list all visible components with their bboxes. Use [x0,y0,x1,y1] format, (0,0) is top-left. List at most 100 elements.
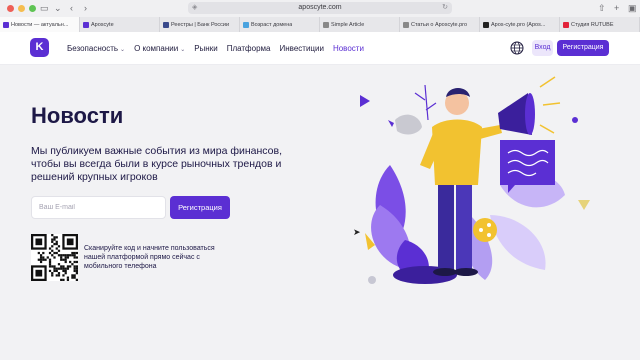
qr-module [73,256,76,259]
qr-module [55,242,58,246]
qr-module [71,276,74,279]
nav-item[interactable]: О компании ⌄ [134,44,185,53]
qr-module [53,265,56,268]
bird-icon [395,114,422,135]
browser-tab[interactable]: Возраст домена [240,17,320,32]
login-button[interactable]: Вход [532,40,553,56]
qr-module [60,258,63,261]
share-node [487,223,491,227]
qr-module [69,254,72,257]
nav-item[interactable]: Инвестиции [280,44,324,53]
chevron-down-icon[interactable]: ⌄ [54,2,62,14]
browser-tab[interactable]: Студия RUTUBE [560,17,640,32]
tab-title: Статьи о Aposcyte.pro [411,21,468,28]
qr-module [55,247,58,250]
logo[interactable]: K [30,38,49,57]
register-button[interactable]: Регистрация [557,40,609,56]
qr-module [66,254,70,257]
forward-arrow-icon[interactable]: › [84,2,87,14]
qr-caption: Сканируйте код и начните пользоваться на… [84,245,215,270]
chevron-down-icon: ⌄ [180,47,186,53]
minimize-window-button[interactable] [18,5,25,12]
hero-register-button[interactable]: Регистрация [170,196,230,219]
tab-favicon-icon [563,21,569,28]
qr-module [39,254,43,257]
nav-item[interactable]: Платформа [227,44,271,53]
browser-tab[interactable]: Simple Article [320,17,400,32]
qr-module [71,263,74,266]
qr-module [71,254,74,257]
qr-module [51,240,54,243]
page-title: Новости [31,103,124,128]
qr-module [53,238,56,241]
browser-tab[interactable]: Aposcyte [80,17,160,32]
qr-module [66,276,70,279]
qr-module [71,274,74,277]
qr-module [73,254,76,257]
nav-item[interactable]: Рынки [194,44,217,53]
reload-icon[interactable]: ↻ [442,2,448,14]
qr-module [62,254,65,257]
share-icon [473,218,497,242]
qr-module [39,260,43,264]
qr-module [75,267,78,270]
qr-module [69,265,72,268]
qr-module [69,260,72,264]
qr-module [57,263,61,266]
share-icon[interactable]: ⇧ [598,2,606,14]
qr-module [55,236,58,239]
maximize-window-button[interactable] [29,5,36,12]
browser-tab[interactable]: Новости — актуальн... [0,17,80,32]
qr-module [75,269,78,273]
qr-module [66,265,70,268]
qr-module [53,236,56,239]
person-shirt [432,119,482,185]
qr-module [51,254,54,257]
nav-item-label: О компании [134,44,179,53]
qr-module [73,267,76,270]
browser-tab[interactable]: Статьи о Aposcyte.pro [400,17,480,32]
qr-module [57,245,61,248]
address-bar[interactable]: ◈ aposcyte.com ↻ [188,2,452,14]
email-field[interactable] [31,196,166,219]
close-window-button[interactable] [7,5,14,12]
nav-item-label: Рынки [194,44,218,53]
address-url: aposcyte.com [298,4,342,11]
qr-module [51,274,54,277]
nav-item[interactable]: Новости [333,44,364,53]
qr-module [60,278,63,281]
qr-module [51,245,54,248]
tab-strip: Новости — актуальн... Aposcyte Реестры | Б… [0,17,640,32]
nav-item[interactable]: Безопасность ⌄ [67,44,125,53]
tab-title: Simple Article [331,21,365,28]
tab-favicon-icon [83,21,89,28]
qr-module [55,240,58,243]
globe-icon[interactable] [510,41,524,55]
qr-module [53,251,56,255]
nav-item-label: Инвестиции [279,44,324,53]
qr-module [48,247,52,250]
qr-module [57,267,61,270]
back-arrow-icon[interactable]: ‹ [70,2,73,14]
qr-module [62,258,65,261]
tab-title: Новости — актуальн... [11,21,69,28]
dot-shape [572,117,578,123]
qr-module [64,256,67,259]
sidebar-toggle-icon[interactable]: ▭ [40,2,49,14]
browser-tab[interactable]: Реестры | Банк России [160,17,240,32]
tab-favicon-icon [243,21,249,28]
chevron-down-icon: ⌄ [120,47,126,53]
qr-module [48,265,52,268]
tab-favicon-icon [483,21,489,28]
browser-tab[interactable]: Apos-cyte.pro (Apos... [480,17,560,32]
tab-favicon-icon [3,21,9,28]
tab-title: Реестры | Банк России [171,21,230,28]
qr-module [66,278,70,281]
tab-overview-icon[interactable]: ▣ [628,2,637,14]
qr-module [71,251,74,255]
qr-module [75,256,78,259]
qr-module [57,254,61,257]
qr-module [48,260,52,264]
main-nav: Безопасность ⌄ О компании ⌄ Рынки Платформа Ин… [67,32,364,65]
new-tab-icon[interactable]: + [614,2,619,14]
